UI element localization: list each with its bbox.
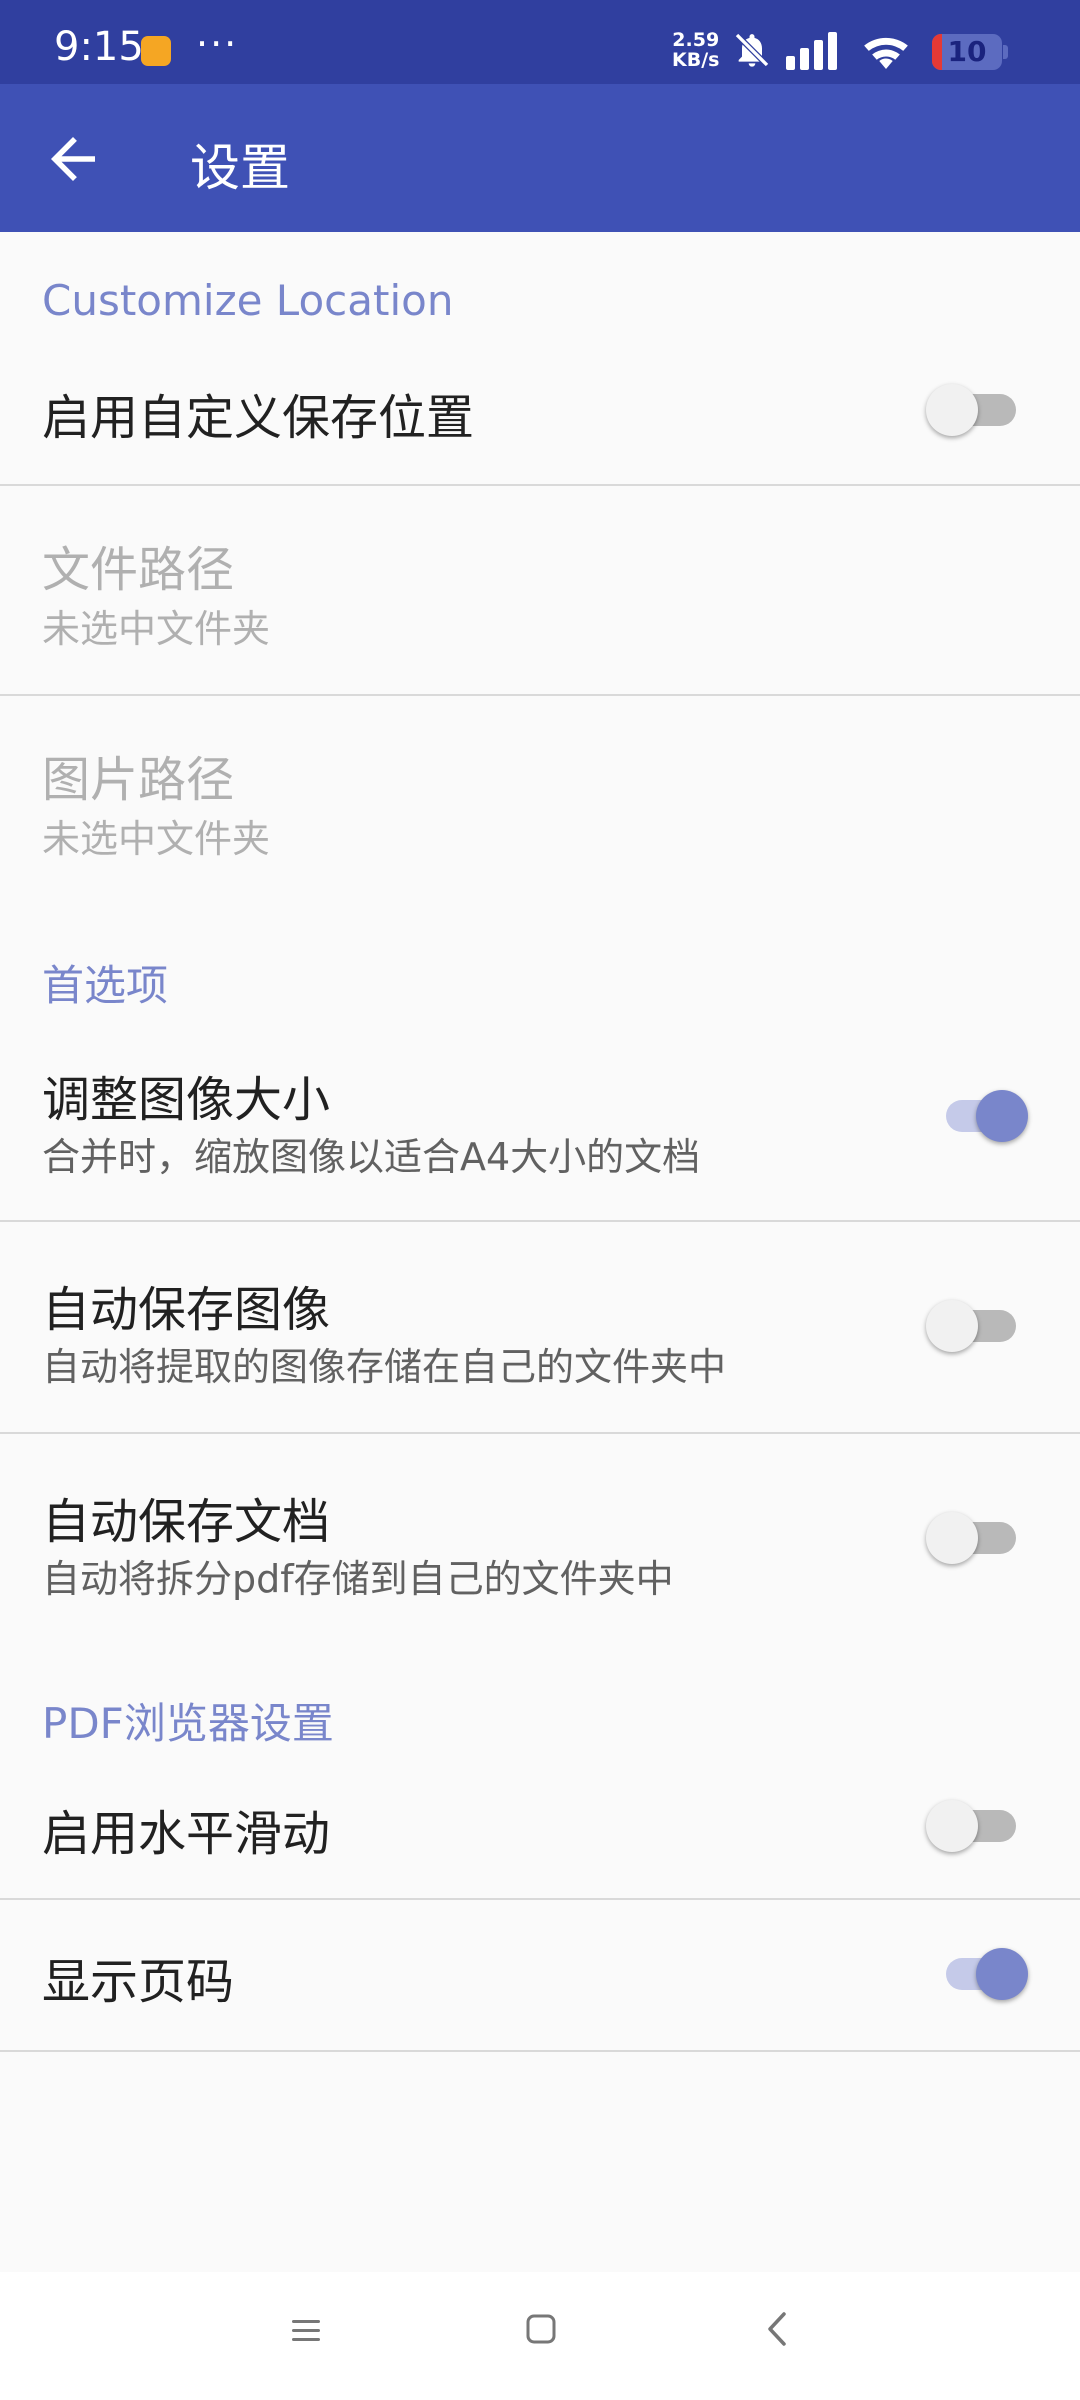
pref-summary: 未选中文件夹 [42,817,271,861]
pref-auto-save-images[interactable]: 自动保存图像 自动将提取的图像存储在自己的文件夹中 [0,1222,1080,1432]
app-bar: 设置 [0,84,1080,232]
page-title: 设置 [190,139,290,197]
pref-image-path[interactable]: 图片路径 未选中文件夹 [0,696,1080,906]
network-speed: 2.59 KB/s [672,30,719,70]
pref-summary: 自动将拆分pdf存储到自己的文件夹中 [42,1557,674,1601]
pref-title: 显示页码 [42,1954,235,2010]
horizontal-swipe-switch[interactable] [922,1796,1032,1856]
navigation-bar [0,2272,1080,2400]
network-speed-value: 2.59 [672,29,720,51]
app-notification-icon [141,36,171,66]
pref-summary: 合并时，缩放图像以适合A4大小的文档 [42,1135,701,1179]
pref-title: 图片路径 [42,752,235,808]
back-icon[interactable] [762,2310,792,2348]
pref-auto-save-docs[interactable]: 自动保存文档 自动将拆分pdf存储到自己的文件夹中 [0,1434,1080,1644]
divider [0,2050,1080,2052]
switch-thumb [926,1800,978,1852]
switch-thumb [976,1090,1028,1142]
battery-icon: 10 [932,34,1008,70]
wifi-icon [864,37,908,69]
network-speed-unit: KB/s [672,49,720,71]
signal-icon [786,32,837,70]
pref-title: 自动保存文档 [42,1494,331,1550]
resize-images-switch[interactable] [922,1086,1032,1146]
section-header-pdf-viewer: PDF浏览器设置 [42,1699,334,1748]
switch-thumb [976,1948,1028,2000]
arrow-back-icon[interactable] [40,126,106,192]
pref-enable-custom-location[interactable]: 启用自定义保存位置 [0,344,1080,484]
pref-horizontal-swipe[interactable]: 启用水平滑动 [0,1758,1080,1898]
pref-title: 调整图像大小 [42,1072,331,1128]
pref-summary: 自动将提取的图像存储在自己的文件夹中 [42,1345,727,1389]
show-page-number-switch[interactable] [922,1944,1032,2004]
enable-custom-location-switch[interactable] [922,380,1032,440]
status-bar: 9:15 ··· 2.59 KB/s 10 [0,0,1080,84]
section-header-preferences: 首选项 [42,961,169,1010]
home-icon[interactable] [524,2312,558,2346]
pref-file-path[interactable]: 文件路径 未选中文件夹 [0,486,1080,694]
pref-title: 文件路径 [42,542,235,598]
pref-title: 启用水平滑动 [42,1806,331,1862]
auto-save-docs-switch[interactable] [922,1508,1032,1568]
switch-thumb [926,1512,978,1564]
pref-show-page-number[interactable]: 显示页码 [0,1900,1080,2050]
mute-icon [734,32,770,68]
switch-thumb [926,1300,978,1352]
menu-icon[interactable] [290,2316,322,2346]
pref-title: 启用自定义保存位置 [42,390,475,446]
status-time: 9:15 [54,24,144,70]
switch-thumb [926,384,978,436]
pref-title: 自动保存图像 [42,1282,331,1338]
more-notifications-indicator: ··· [196,22,239,66]
section-header-customize-location: Customize Location [42,276,454,325]
pref-resize-images[interactable]: 调整图像大小 合并时，缩放图像以适合A4大小的文档 [0,1018,1080,1220]
pref-summary: 未选中文件夹 [42,607,271,651]
auto-save-images-switch[interactable] [922,1296,1032,1356]
battery-level: 10 [947,35,987,68]
